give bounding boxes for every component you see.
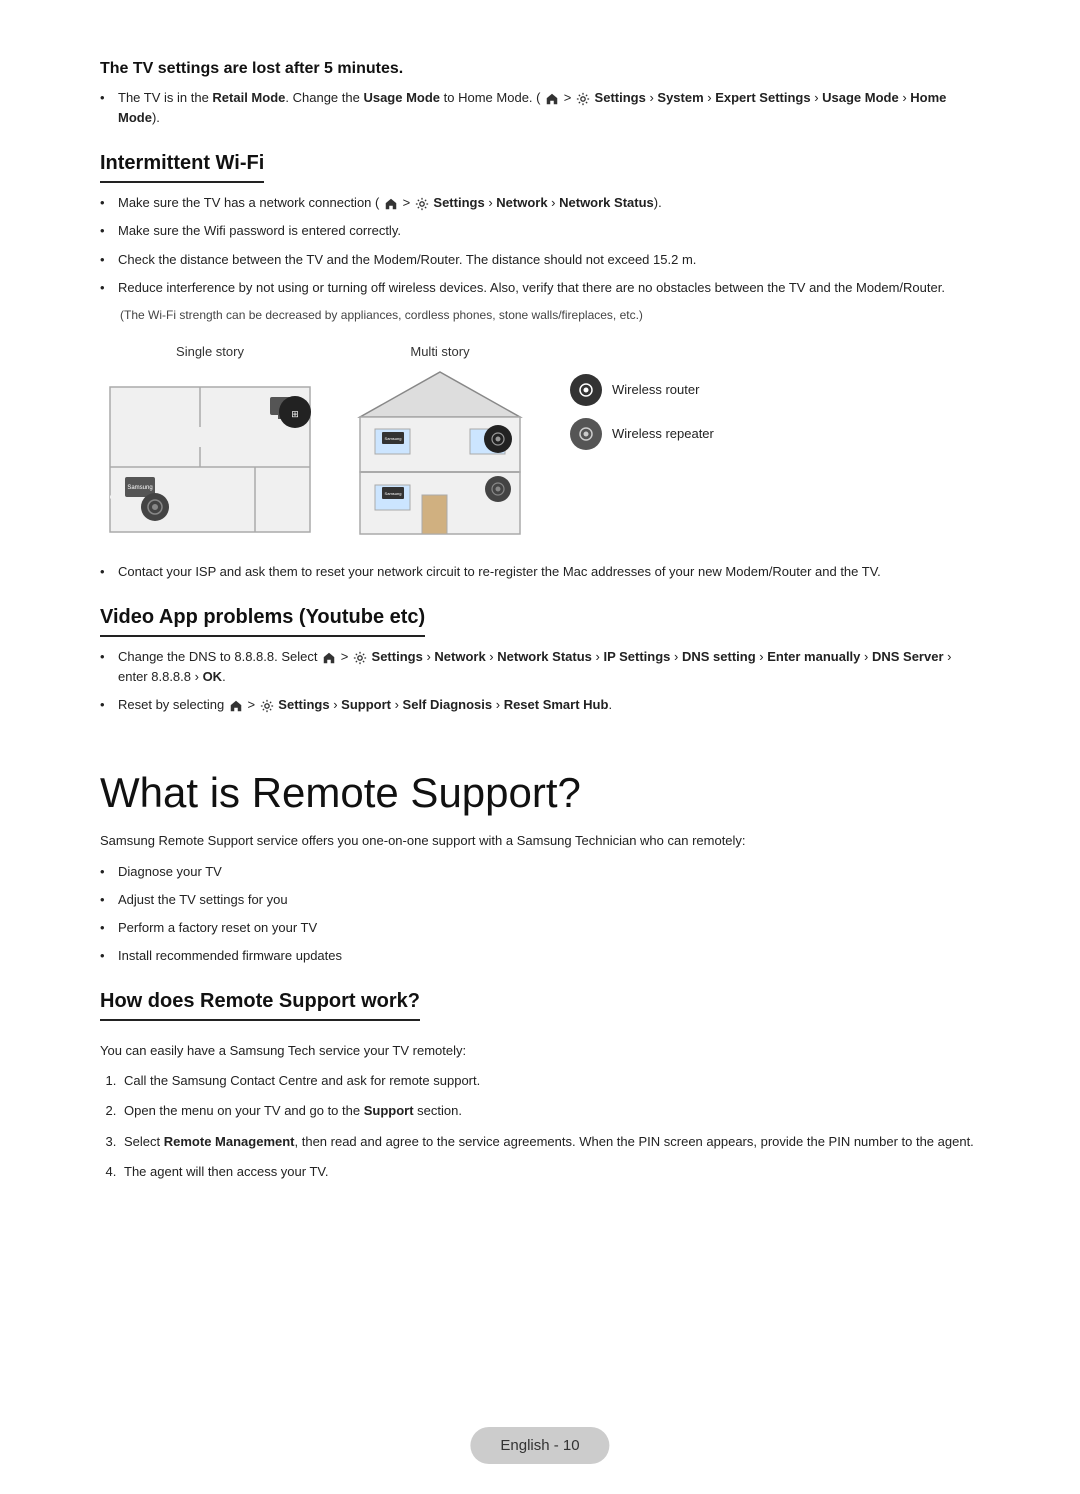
single-story-svg: ⊞ Samsung ⊞: [100, 367, 320, 542]
list-item: Diagnose your TV: [100, 862, 980, 882]
diagram-area: Single story ⊞: [100, 344, 980, 542]
svg-text:Samsung: Samsung: [127, 485, 152, 491]
multi-story-diagram: Multi story: [340, 344, 540, 542]
home-icon-2: [384, 197, 398, 211]
main-title: What is Remote Support?: [100, 769, 980, 817]
list-item: Check the distance between the TV and th…: [100, 250, 980, 270]
svg-text:⊞: ⊞: [291, 409, 299, 419]
router-legend: Wireless router: [570, 374, 714, 406]
how-steps-list: Call the Samsung Contact Centre and ask …: [100, 1071, 980, 1182]
video-app-list: Change the DNS to 8.8.8.8. Select > Sett…: [100, 647, 980, 715]
svg-text:Samsung: Samsung: [385, 436, 402, 441]
repeater-icon: [570, 418, 602, 450]
wifi-note: (The Wi-Fi strength can be decreased by …: [120, 306, 980, 324]
tv-settings-title: The TV settings are lost after 5 minutes…: [100, 60, 980, 78]
single-story-label: Single story: [176, 344, 244, 359]
list-item: Adjust the TV settings for you: [100, 890, 980, 910]
list-item: Open the menu on your TV and go to the S…: [120, 1101, 980, 1121]
repeater-label: Wireless repeater: [612, 426, 714, 441]
list-item: The agent will then access your TV.: [120, 1162, 980, 1182]
router-label: Wireless router: [612, 382, 699, 397]
video-app-section: Video App problems (Youtube etc) Change …: [100, 606, 980, 715]
multi-story-svg: Samsung Samsung: [340, 367, 540, 542]
gear-icon-4: [260, 699, 274, 713]
video-app-title: Video App problems (Youtube etc): [100, 606, 425, 637]
home-icon-3: [322, 651, 336, 665]
tv-settings-section: The TV settings are lost after 5 minutes…: [100, 60, 980, 128]
how-intro: You can easily have a Samsung Tech servi…: [100, 1041, 980, 1061]
list-item: Call the Samsung Contact Centre and ask …: [120, 1071, 980, 1091]
repeater-legend: Wireless repeater: [570, 418, 714, 450]
remote-support-section: What is Remote Support? Samsung Remote S…: [100, 769, 980, 966]
single-story-diagram: Single story ⊞: [100, 344, 320, 542]
intermittent-title: Intermittent Wi-Fi: [100, 152, 264, 183]
list-item: Reduce interference by not using or turn…: [100, 278, 980, 298]
intermittent-list: Make sure the TV has a network connectio…: [100, 193, 980, 298]
page-content: The TV settings are lost after 5 minutes…: [100, 60, 980, 1182]
router-icon: [570, 374, 602, 406]
remote-intro: Samsung Remote Support service offers yo…: [100, 831, 980, 851]
home-icon: [545, 92, 559, 106]
list-item: Perform a factory reset on your TV: [100, 918, 980, 938]
gear-icon: [576, 92, 590, 106]
list-item: Select Remote Management, then read and …: [120, 1132, 980, 1152]
tv-settings-list: The TV is in the Retail Mode. Change the…: [100, 88, 980, 128]
gear-icon-3: [353, 651, 367, 665]
home-icon-4: [229, 699, 243, 713]
how-title: How does Remote Support work?: [100, 990, 420, 1021]
list-item: Make sure the Wifi password is entered c…: [100, 221, 980, 241]
contact-list: Contact your ISP and ask them to reset y…: [100, 562, 980, 582]
contact-item: Contact your ISP and ask them to reset y…: [100, 562, 980, 582]
multi-story-label: Multi story: [410, 344, 469, 359]
page-label: English - 10: [500, 1437, 579, 1454]
list-item: The TV is in the Retail Mode. Change the…: [100, 88, 980, 128]
list-item: Install recommended firmware updates: [100, 946, 980, 966]
svg-text:Samsung: Samsung: [385, 491, 402, 496]
list-item: Reset by selecting > Settings › Support …: [100, 695, 980, 715]
how-remote-section: How does Remote Support work? You can ea…: [100, 990, 980, 1182]
gear-icon-2: [415, 197, 429, 211]
list-item: Make sure the TV has a network connectio…: [100, 193, 980, 213]
diagram-legend: Wireless router Wireless repeater: [570, 374, 714, 450]
list-item: Change the DNS to 8.8.8.8. Select > Sett…: [100, 647, 980, 687]
intermittent-section: Intermittent Wi-Fi Make sure the TV has …: [100, 152, 980, 582]
page-footer: English - 10: [470, 1427, 609, 1464]
remote-bullets: Diagnose your TV Adjust the TV settings …: [100, 862, 980, 967]
